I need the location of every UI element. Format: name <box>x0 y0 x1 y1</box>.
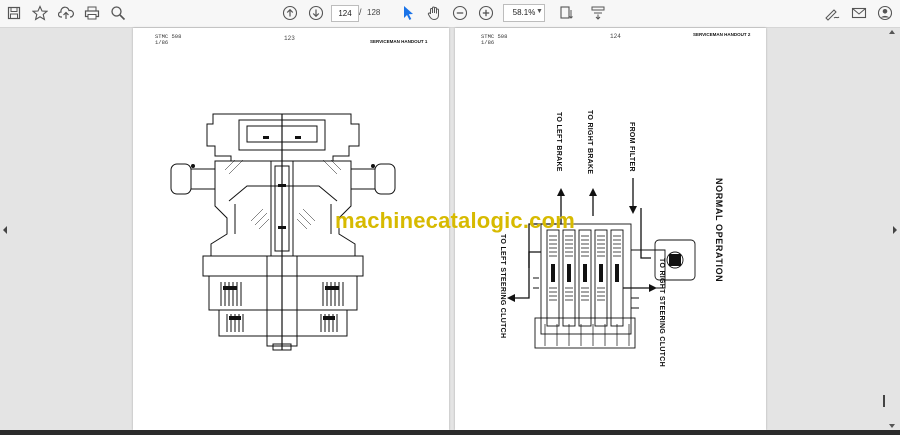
pdf-toolbar: 124 / 128 58.1% ▼ <box>0 0 900 28</box>
page-header-title: SERVICEMAN HANDOUT 1 <box>370 39 428 44</box>
vertical-scrollbar[interactable] <box>887 28 897 430</box>
label-from-filter: FROM FILTER <box>628 122 635 172</box>
page-number-label: 123 <box>284 35 295 42</box>
bottom-status-bar <box>0 430 900 435</box>
page-header-title: SERVICEMAN HANDOUT 2 <box>693 32 751 37</box>
label-to-left-brake: TO LEFT BRAKE <box>555 112 562 172</box>
page-separator: / <box>359 7 362 17</box>
page-number-label: 124 <box>610 33 621 40</box>
scroll-thumb[interactable] <box>883 395 885 407</box>
page-down-icon[interactable] <box>305 3 327 23</box>
valve-hydraulic-diagram <box>507 178 696 349</box>
chevron-down-icon[interactable]: ▼ <box>536 8 543 15</box>
email-icon[interactable] <box>848 3 870 23</box>
document-viewer[interactable]: STMC 508 1/86 123 SERVICEMAN HANDOUT 1 S… <box>10 28 880 430</box>
save-icon[interactable] <box>3 3 25 23</box>
page-header-date: 1/86 <box>481 39 495 46</box>
page-up-icon[interactable] <box>279 3 301 23</box>
zoom-out-icon[interactable] <box>449 3 471 23</box>
select-cursor-icon[interactable] <box>397 3 419 23</box>
upload-icon[interactable] <box>55 3 77 23</box>
annotate-icon[interactable] <box>587 3 609 23</box>
watermark-text: machinecatalogic.com <box>335 208 575 233</box>
print-icon[interactable] <box>81 3 103 23</box>
page-header-date: 1/86 <box>155 39 169 46</box>
fit-page-icon[interactable] <box>556 3 578 23</box>
sign-icon[interactable] <box>822 3 844 23</box>
account-icon[interactable] <box>874 3 896 23</box>
label-normal-operation: NORMAL OPERATION <box>714 178 724 283</box>
page-number-input[interactable]: 124 <box>331 5 359 22</box>
previous-page-arrow-icon[interactable] <box>1 222 9 234</box>
zoom-in-icon[interactable] <box>475 3 497 23</box>
hand-icon[interactable] <box>423 3 445 23</box>
page-total: 128 <box>367 8 381 17</box>
bookmark-star-icon[interactable] <box>29 3 51 23</box>
zoom-search-icon[interactable] <box>107 3 129 23</box>
label-to-right-brake: TO RIGHT BRAKE <box>586 110 593 175</box>
